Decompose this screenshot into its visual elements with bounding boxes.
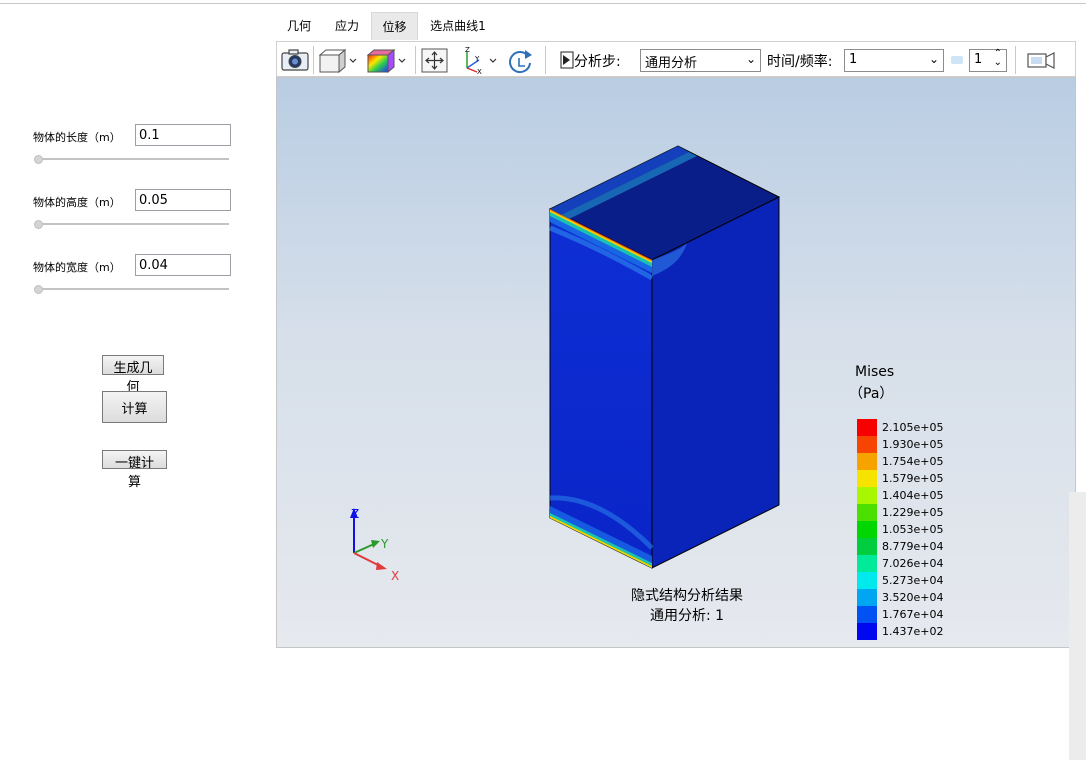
legend-swatch: [857, 419, 877, 436]
toolbar-separator: [1015, 46, 1016, 74]
legend-value: 5.273e+04: [882, 574, 944, 587]
length-input[interactable]: [135, 124, 231, 146]
legend-swatch: [857, 589, 877, 606]
legend-value: 1.229e+05: [882, 506, 944, 519]
legend-title: Mises: [855, 364, 895, 380]
height-slider-thumb[interactable]: [34, 220, 43, 229]
analysis-step-label: 分析步:: [574, 54, 621, 70]
stress-contour-model: [350, 145, 781, 570]
tab-geometry[interactable]: 几何: [281, 12, 317, 40]
svg-text:Z: Z: [465, 46, 470, 54]
result-title: 隐式结构分析结果: [631, 588, 743, 604]
time-frequency-value: 1: [849, 52, 858, 67]
result-subtitle: 通用分析: 1: [649, 608, 725, 624]
tab-displacement[interactable]: 位移: [371, 12, 418, 40]
width-slider-track[interactable]: [38, 288, 229, 290]
analysis-step-value: 通用分析: [645, 56, 698, 71]
legend-swatch: [857, 538, 877, 555]
rotate-view-icon[interactable]: [505, 46, 535, 74]
view-cube-icon[interactable]: [317, 46, 359, 74]
legend-swatch: [857, 470, 877, 487]
compute-button[interactable]: 计算: [102, 391, 167, 423]
legend-swatch: [857, 504, 877, 521]
legend-value: 1.404e+05: [882, 489, 944, 502]
generate-geometry-button[interactable]: 生成几何: [102, 355, 164, 395]
viewer-toolbar: Z Y X 分析步: 通用分析 ⌄ 时间/频率: 1 ⌄ 1 ⌃ ⌄: [276, 41, 1076, 77]
legend-unit: （Pa）: [849, 386, 894, 402]
legend-swatch: [857, 555, 877, 572]
toolbar-separator: [313, 46, 314, 74]
fit-view-icon[interactable]: [420, 46, 450, 74]
legend-value: 1.767e+04: [882, 608, 944, 621]
length-slider-track[interactable]: [38, 158, 229, 160]
legend-swatch: [857, 521, 877, 538]
legend-value: 1.579e+05: [882, 472, 944, 485]
coordinate-axes-icon[interactable]: Z Y X: [457, 46, 501, 74]
height-label: 物体的高度（m）: [33, 196, 121, 209]
camera-icon[interactable]: [280, 46, 310, 74]
analysis-step-select[interactable]: 通用分析 ⌄: [640, 49, 761, 72]
legend-swatch: [857, 487, 877, 504]
height-slider-track[interactable]: [38, 223, 229, 225]
video-camera-icon[interactable]: [1025, 46, 1061, 74]
legend-value: 1.930e+05: [882, 438, 944, 451]
time-frequency-select[interactable]: 1 ⌄: [844, 49, 944, 72]
length-slider-thumb[interactable]: [34, 155, 43, 164]
step-icon: [560, 51, 574, 69]
legend-value: 1.754e+05: [882, 455, 944, 468]
tab-point-curve[interactable]: 选点曲线1: [426, 12, 490, 40]
frame-value: 1: [974, 52, 983, 67]
width-label: 物体的宽度（m）: [33, 261, 121, 274]
svg-text:X: X: [477, 68, 482, 74]
legend-swatch: [857, 606, 877, 623]
toolbar-separator: [415, 46, 416, 74]
legend-swatch: [857, 623, 877, 640]
length-label: 物体的长度（m）: [33, 131, 121, 144]
tab-stress[interactable]: 应力: [329, 12, 365, 40]
width-input[interactable]: [135, 254, 231, 276]
time-frequency-label: 时间/频率:: [767, 54, 833, 70]
frame-spinbox[interactable]: 1 ⌃ ⌄: [969, 49, 1007, 72]
legend-value: 2.105e+05: [882, 421, 944, 434]
scrollbar[interactable]: [1069, 492, 1086, 760]
legend-swatch: [857, 436, 877, 453]
contour-display-icon[interactable]: [365, 46, 409, 74]
legend-value: 8.779e+04: [882, 540, 944, 553]
legend-swatch: [857, 453, 877, 470]
x-axis-label: X: [391, 569, 400, 583]
z-axis-label: Z: [351, 507, 360, 521]
y-axis-label: Y: [381, 537, 389, 551]
legend-value: 3.520e+04: [882, 591, 944, 604]
chevron-down-icon: ⌄: [745, 52, 756, 66]
toolbar-separator: [545, 46, 546, 74]
legend-value: 7.026e+04: [882, 557, 944, 570]
legend-value: 1.437e+02: [882, 625, 944, 638]
spin-arrows-icon: ⌃ ⌄: [993, 48, 1002, 68]
legend-value: 1.053e+05: [882, 523, 944, 536]
svg-text:Y: Y: [474, 55, 480, 63]
3d-viewport[interactable]: Z Y X 隐式结构分析结果 通用分析: 1 Mises （Pa） 2.105e…: [276, 77, 1076, 648]
width-slider-thumb[interactable]: [34, 285, 43, 294]
height-input[interactable]: [135, 189, 231, 211]
chevron-down-icon: ⌄: [928, 52, 939, 66]
top-divider: [0, 3, 1086, 4]
legend-swatch: [857, 572, 877, 589]
frame-slider[interactable]: [951, 56, 963, 64]
one-click-compute-button[interactable]: 一键计算: [102, 450, 167, 490]
